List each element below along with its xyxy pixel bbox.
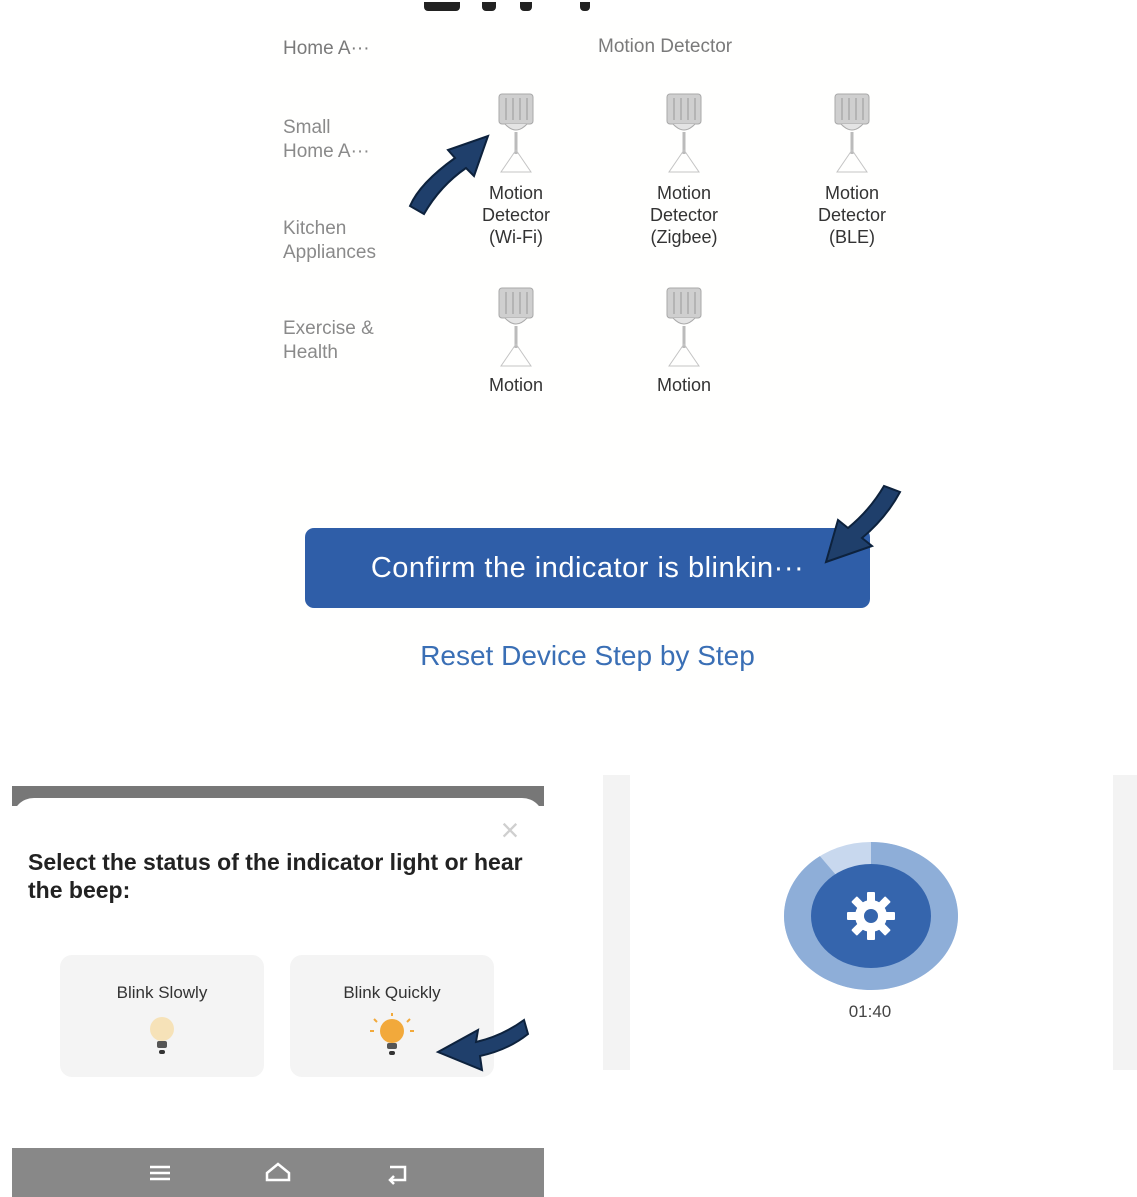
option-label: Blink Slowly [116,983,208,1002]
device-tile[interactable]: Motion [441,282,591,392]
motion-sensor-icon [666,93,702,173]
close-icon[interactable]: × [495,814,525,846]
category-item-cut[interactable]: Home A··· [283,38,370,60]
category-item-exercise[interactable]: Exercise & Health [283,317,374,365]
android-nav-bar [12,1148,544,1197]
device-tile-ble[interactable]: Motion Detector (BLE) [777,88,927,258]
sheet-title: Select the status of the indicator light… [28,849,523,903]
annotation-arrow-icon [408,134,490,216]
device-tile-label: Motion Detector (BLE) [817,183,887,247]
cut-icons [420,0,610,14]
annotation-arrow-icon [824,484,902,564]
confirm-blinking-button[interactable]: Confirm the indicator is blinkin··· [305,528,870,608]
device-tile-zigbee[interactable]: Motion Detector (Zigbee) [609,88,759,258]
countdown-timer: 01:40 [848,1002,892,1021]
motion-sensor-icon [666,287,702,367]
device-tile-label: Motion Detector (Zigbee) [649,183,719,247]
motion-sensor-icon [834,93,870,173]
panel-edge [603,775,630,1070]
gear-icon [847,892,895,940]
category-item-small-home[interactable]: Small Home A··· [283,116,370,164]
motion-sensor-icon [498,93,534,173]
device-tile-label: Motion [488,375,544,392]
reset-device-link[interactable]: Reset Device Step by Step [300,640,875,672]
device-tile[interactable]: Motion [609,282,759,392]
category-item-kitchen[interactable]: Kitchen Appliances [283,217,376,265]
home-icon[interactable] [260,1156,296,1190]
bulb-dim-icon [150,1017,174,1054]
device-tile-label: Motion [656,375,712,392]
device-label-cut: Motion Detector [598,36,733,57]
motion-sensor-icon [498,287,534,367]
back-icon[interactable] [380,1156,416,1190]
panel-edge [1113,775,1137,1070]
option-blink-slowly[interactable]: Blink Slowly [60,955,264,1077]
menu-icon[interactable] [142,1156,178,1190]
annotation-arrow-icon [435,1018,530,1072]
option-label: Blink Quickly [343,983,441,1002]
reset-progress-ring [783,842,958,990]
